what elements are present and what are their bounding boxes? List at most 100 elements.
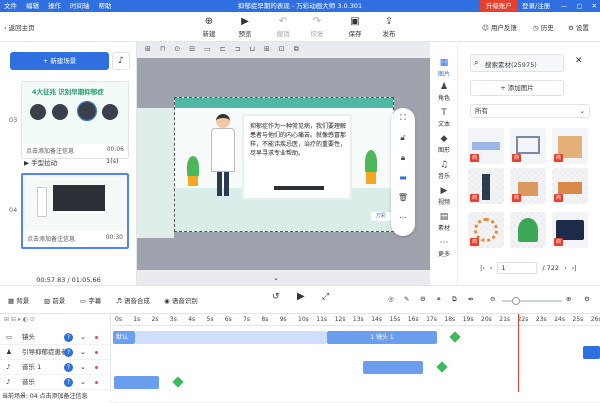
track-character[interactable]: ♟ 引导抑郁症患者...? ⌄: [0, 345, 111, 360]
default-clip[interactable]: 默认: [113, 331, 135, 344]
page-input[interactable]: 1: [497, 262, 538, 274]
help-icon[interactable]: ?: [64, 348, 73, 357]
camera-icon[interactable]: ◎: [388, 295, 394, 303]
chevron-down-icon[interactable]: ⌄: [80, 330, 86, 345]
align-left-icon[interactable]: ⊏: [220, 45, 226, 53]
plant-left[interactable]: [185, 156, 201, 186]
chevron-down-icon[interactable]: ⌄: [273, 274, 279, 282]
category-select[interactable]: 所有 ⌄: [470, 104, 590, 118]
link-icon[interactable]: ⚭: [436, 295, 441, 303]
crop-icon[interactable]: ▭: [204, 45, 211, 53]
add-image-button[interactable]: + 添加图片: [470, 80, 564, 96]
scene-caption[interactable]: 点击添加备注信息: [26, 146, 74, 155]
asset-tile[interactable]: 商: [552, 128, 588, 164]
chevron-down-icon[interactable]: ⌄: [80, 360, 86, 375]
align-right-icon[interactable]: ⊔: [249, 45, 254, 53]
filter-icon[interactable]: ⚙: [420, 295, 426, 303]
nav-text[interactable]: T 文本: [430, 108, 458, 128]
nav-shapes[interactable]: ◆ 图形: [430, 134, 458, 154]
subtitle-button[interactable]: ▭ 字幕: [80, 295, 101, 305]
next-page-icon[interactable]: ›: [564, 264, 567, 272]
prev-page-icon[interactable]: ‹: [490, 264, 493, 272]
split-icon[interactable]: ⇹: [468, 295, 473, 303]
keyframe-diamond[interactable]: [436, 361, 448, 373]
help-icon[interactable]: ?: [64, 333, 73, 342]
align-icon[interactable]: ⊓: [160, 45, 165, 53]
feedback-button[interactable]: ☺ 用户反馈: [482, 22, 517, 32]
track-camera[interactable]: ▭ 镜头? ⌄: [0, 330, 111, 345]
search-input[interactable]: ⌕ 搜索素材(25975): [470, 54, 564, 72]
help-icon[interactable]: ?: [64, 363, 73, 372]
asset-tile[interactable]: [510, 212, 546, 248]
plant-right[interactable]: [363, 150, 379, 184]
nav-more[interactable]: ⋯ 更多: [430, 238, 458, 258]
foreground-button[interactable]: ▨ 前景: [44, 295, 65, 305]
more-icon[interactable]: ⋯: [391, 208, 415, 228]
keyframe-diamond[interactable]: [449, 331, 461, 343]
time-ruler[interactable]: 0s 1s 2s 3s 4s 5s 6s 7s 8s 9s 10s 11s 12s 13s 14s 15s 16…: [111, 314, 600, 326]
back-home-button[interactable]: ‹ 返回主页: [4, 22, 35, 32]
nav-materials[interactable]: ▤ 素材: [430, 212, 458, 232]
track-music[interactable]: ♪ 音乐? ⌄: [0, 375, 111, 390]
character-clip[interactable]: [583, 346, 600, 359]
copy-icon[interactable]: ⧉: [294, 45, 299, 54]
tts-button[interactable]: ♬ 语音合成: [116, 295, 150, 305]
asset-tile[interactable]: 商: [510, 168, 546, 204]
scene-thumbnail-03[interactable]: 4大征兆 识别早期抑郁症 点击添加备注信息 00:06: [21, 81, 129, 159]
asset-tile[interactable]: 商: [468, 168, 504, 204]
new-scene-button[interactable]: + 新建场景: [10, 52, 109, 70]
zoom-in-icon[interactable]: ⊕: [566, 295, 571, 303]
login-link[interactable]: 登录/注册: [522, 0, 550, 12]
trash-icon[interactable]: 🗑︎: [391, 188, 415, 208]
first-page-icon[interactable]: |‹: [480, 264, 485, 272]
zoom-slider[interactable]: [502, 297, 562, 305]
playhead[interactable]: [518, 314, 519, 394]
track-music-1[interactable]: ♪ 音乐 1? ⌄: [0, 360, 111, 375]
background-button[interactable]: ▦ 背景: [8, 295, 29, 305]
minimize-icon[interactable]: —: [561, 0, 568, 12]
doctor-character[interactable]: [211, 114, 235, 200]
nav-video[interactable]: ▶ 视频: [430, 186, 458, 206]
zoom-icon[interactable]: ⊙: [174, 45, 180, 53]
maximize-icon[interactable]: ▢: [576, 0, 582, 12]
close-icon[interactable]: ✕: [575, 56, 583, 66]
lock-icon[interactable]: ⊡: [279, 45, 285, 53]
keyframe-diamond[interactable]: [172, 376, 184, 388]
layout-icon[interactable]: ⊟: [189, 45, 195, 53]
zoom-slider-thumb[interactable]: [512, 297, 520, 305]
edit-icon[interactable]: ✎: [404, 295, 409, 303]
chevron-down-icon[interactable]: ⌄: [80, 375, 86, 390]
nav-images[interactable]: ▦ 图片: [430, 58, 458, 78]
asset-tile[interactable]: 商: [552, 168, 588, 204]
redo-button[interactable]: ↷ 恢复: [302, 15, 332, 38]
music-1-clip[interactable]: [363, 361, 423, 374]
music-clip[interactable]: [114, 376, 159, 389]
asset-tile[interactable]: 商: [552, 212, 588, 248]
chevron-down-icon[interactable]: ⌄: [80, 345, 86, 360]
preview-button[interactable]: ▶ 预览: [230, 15, 260, 38]
nav-characters[interactable]: ♟ 角色: [430, 82, 458, 102]
asset-tile[interactable]: 商: [468, 128, 504, 164]
timeline-settings-icon[interactable]: ⚙: [584, 295, 590, 303]
nav-music[interactable]: ♫ 音乐: [430, 160, 458, 180]
asset-tile[interactable]: 商: [468, 212, 504, 248]
zoom-out-icon[interactable]: ⊖: [490, 295, 495, 303]
last-page-icon[interactable]: ›|: [572, 264, 577, 272]
music-note-icon[interactable]: ♪: [112, 52, 130, 70]
history-button[interactable]: ◷ 历史: [533, 22, 554, 32]
copy-icon[interactable]: ⧉: [452, 295, 457, 304]
settings-button[interactable]: ⚙ 设置: [568, 22, 589, 32]
rewind-icon[interactable]: ↺: [272, 292, 280, 302]
speech-recognition-button[interactable]: ◉ 语音识别: [164, 295, 198, 305]
lock-icon[interactable]: 🔒︎: [391, 148, 415, 168]
stage-canvas[interactable]: 抑郁症作为一种常见病，我们要理解患者与他们的内心痛苦。就像感冒那样，不能讳疾忌医…: [174, 97, 394, 232]
align-center-icon[interactable]: ⊐: [235, 45, 241, 53]
monitor-icon[interactable]: ▬: [391, 168, 415, 188]
new-button[interactable]: ⊕ 新建: [194, 15, 224, 38]
publish-button[interactable]: ⇪ 发布: [374, 15, 404, 38]
scene-caption[interactable]: 点击添加备注信息: [27, 234, 75, 243]
asset-tile[interactable]: 商: [510, 128, 546, 164]
play-icon[interactable]: ▶: [297, 291, 305, 302]
fit-icon[interactable]: ⛶: [391, 108, 415, 128]
camera-clip[interactable]: 1 镜头 1: [327, 331, 437, 344]
